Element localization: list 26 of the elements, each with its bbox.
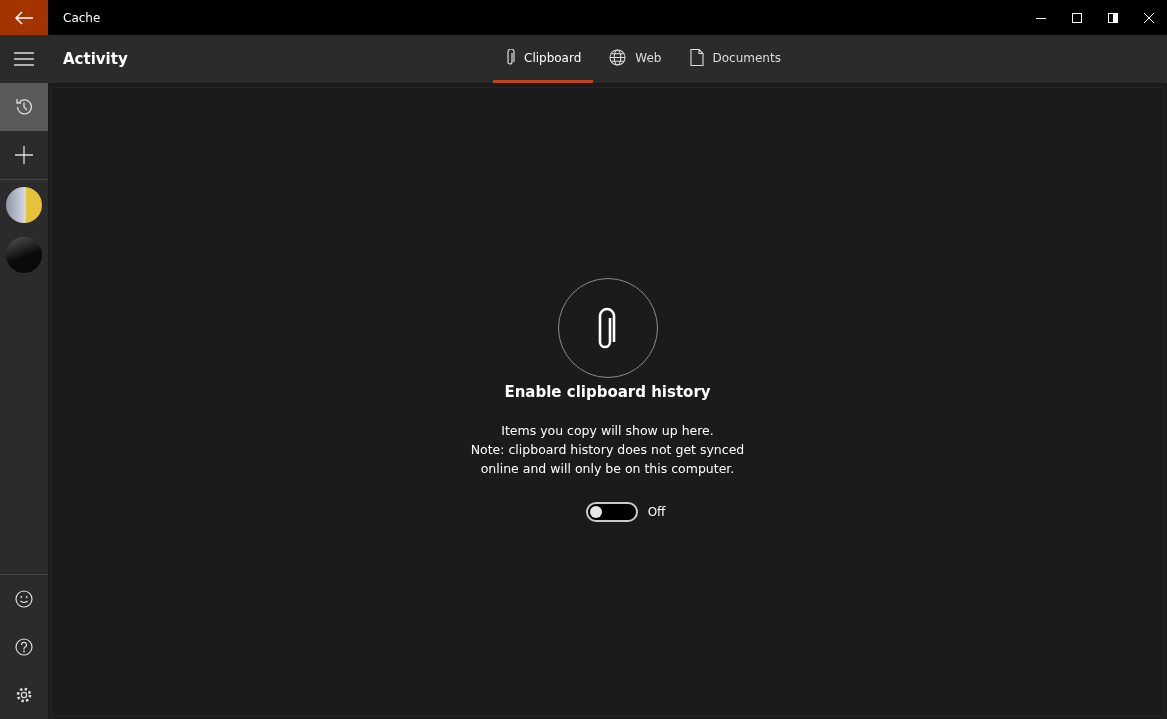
history-nav-item[interactable]	[0, 83, 48, 131]
documents-tab[interactable]: Documents	[677, 35, 793, 83]
maximize-icon	[1072, 12, 1082, 23]
description-text: Items you copy will show up here.	[500, 422, 715, 440]
smiley-icon	[15, 590, 33, 608]
back-arrow-icon	[14, 10, 34, 25]
half-filled-square-icon	[1108, 12, 1118, 23]
add-icon	[15, 146, 33, 164]
settings-icon	[15, 686, 33, 704]
help-icon	[15, 638, 33, 656]
document-icon	[689, 49, 704, 66]
clipboard-tab[interactable]: Clipboard	[493, 35, 594, 83]
page-title: Activity	[63, 50, 128, 68]
history-icon	[14, 97, 34, 117]
toggle-state-label: Off	[647, 505, 666, 519]
close-icon	[1144, 12, 1154, 23]
paperclip-icon	[505, 48, 515, 67]
description-text: Note: clipboard history does not get synced online and will only be on this computer.	[469, 441, 746, 478]
avatar-photo-placeholder[interactable]	[6, 187, 42, 223]
empty-state-title: Enable clipboard history	[504, 383, 711, 401]
back-button[interactable]	[0, 0, 48, 35]
clipboard-history-toggle[interactable]	[585, 502, 638, 522]
globe-icon	[609, 49, 627, 66]
window-title: Cache	[63, 10, 101, 25]
menu-icon	[14, 52, 34, 66]
web-tab[interactable]: Web	[597, 35, 674, 83]
